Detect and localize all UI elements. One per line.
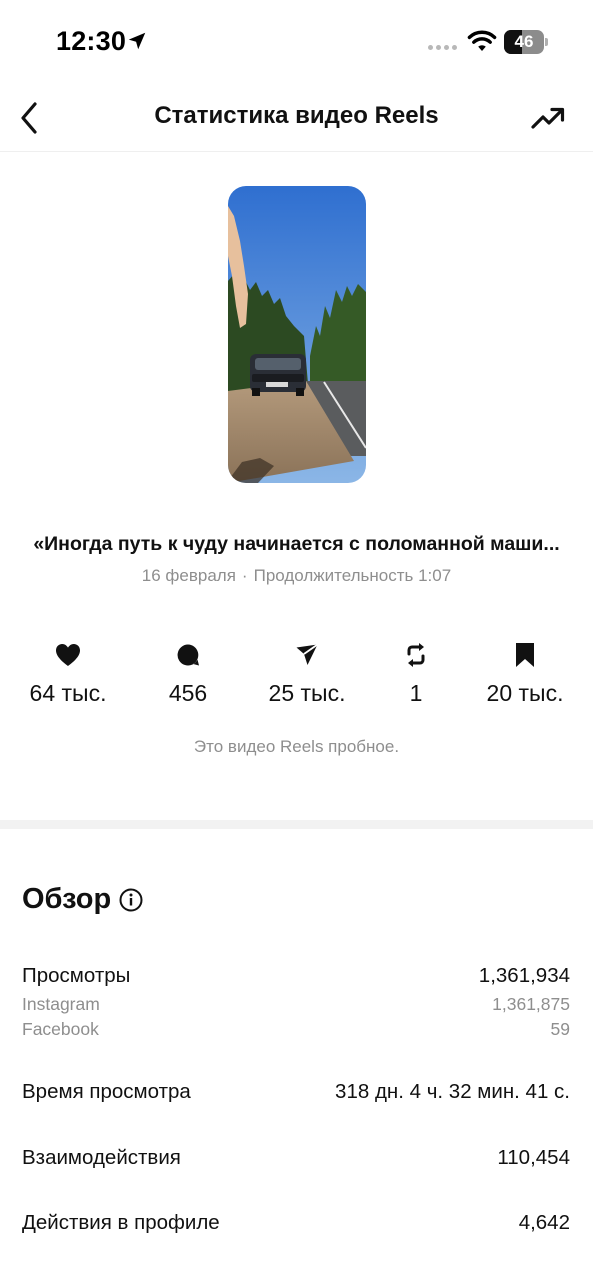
metric-comments: 456 xyxy=(128,640,248,707)
section-divider xyxy=(0,820,593,829)
interactions-label: Взаимодействия xyxy=(22,1146,181,1169)
views-value: 1,361,934 xyxy=(478,964,570,987)
facebook-label: Facebook xyxy=(22,1019,99,1039)
reel-thumbnail[interactable] xyxy=(228,186,366,483)
reel-caption: «Иногда путь к чуду начинается с поломан… xyxy=(33,533,560,555)
bookmark-icon xyxy=(516,643,534,667)
instagram-label: Instagram xyxy=(22,994,100,1014)
heart-icon xyxy=(56,644,80,666)
trial-note: Это видео Reels пробное. xyxy=(193,737,400,756)
nav-bar: Статистика видео Reels xyxy=(0,90,593,152)
comments-count: 456 xyxy=(168,680,208,706)
share-icon xyxy=(296,643,319,665)
metric-likes: 64 тыс. xyxy=(8,640,128,707)
metric-reposts: 1 xyxy=(356,640,476,707)
repost-icon xyxy=(407,643,425,667)
meta-separator: · xyxy=(241,566,248,585)
comment-icon xyxy=(177,644,199,666)
page-title: Статистика видео Reels xyxy=(154,102,439,129)
shares-count: 25 тыс. xyxy=(268,680,346,706)
overview-title: Обзор xyxy=(22,883,112,915)
metric-shares: 25 тыс. xyxy=(247,640,367,707)
interactions-value: 110,454 xyxy=(497,1146,570,1169)
views-label: Просмотры xyxy=(22,964,131,987)
watch-time-label: Время просмотра xyxy=(22,1080,191,1103)
reel-duration: Продолжительность 1:07 xyxy=(253,566,452,585)
facebook-value: 59 xyxy=(550,1019,570,1039)
likes-count: 64 тыс. xyxy=(29,680,107,706)
metric-saves: 20 тыс. xyxy=(465,640,585,707)
profile-actions-value: 4,642 xyxy=(518,1211,570,1234)
cellular-signal-icon xyxy=(428,45,457,50)
engagement-metrics: 64 тыс. 456 25 тыс. 1 20 тыс. xyxy=(0,640,593,720)
status-bar: 12:30 46 xyxy=(0,0,593,90)
battery-percent: 46 xyxy=(514,32,534,51)
trending-button[interactable] xyxy=(528,100,568,136)
profile-actions-label: Действия в профиле xyxy=(22,1211,220,1234)
reel-meta: 16 февраля · Продолжительность 1:07 xyxy=(0,566,593,586)
trending-up-icon xyxy=(531,107,565,129)
watch-time-value: 318 дн. 4 ч. 32 мин. 41 с. xyxy=(335,1080,570,1103)
status-time: 12:30 xyxy=(56,26,127,56)
location-arrow-icon xyxy=(128,32,146,50)
reel-thumbnail-image xyxy=(228,186,366,483)
info-icon[interactable] xyxy=(119,888,143,912)
battery-icon: 46 xyxy=(504,30,548,54)
saves-count: 20 тыс. xyxy=(486,680,564,706)
reposts-count: 1 xyxy=(409,680,423,706)
reel-date: 16 февраля xyxy=(141,566,236,585)
instagram-value: 1,361,875 xyxy=(492,994,570,1014)
wifi-icon xyxy=(467,30,497,51)
